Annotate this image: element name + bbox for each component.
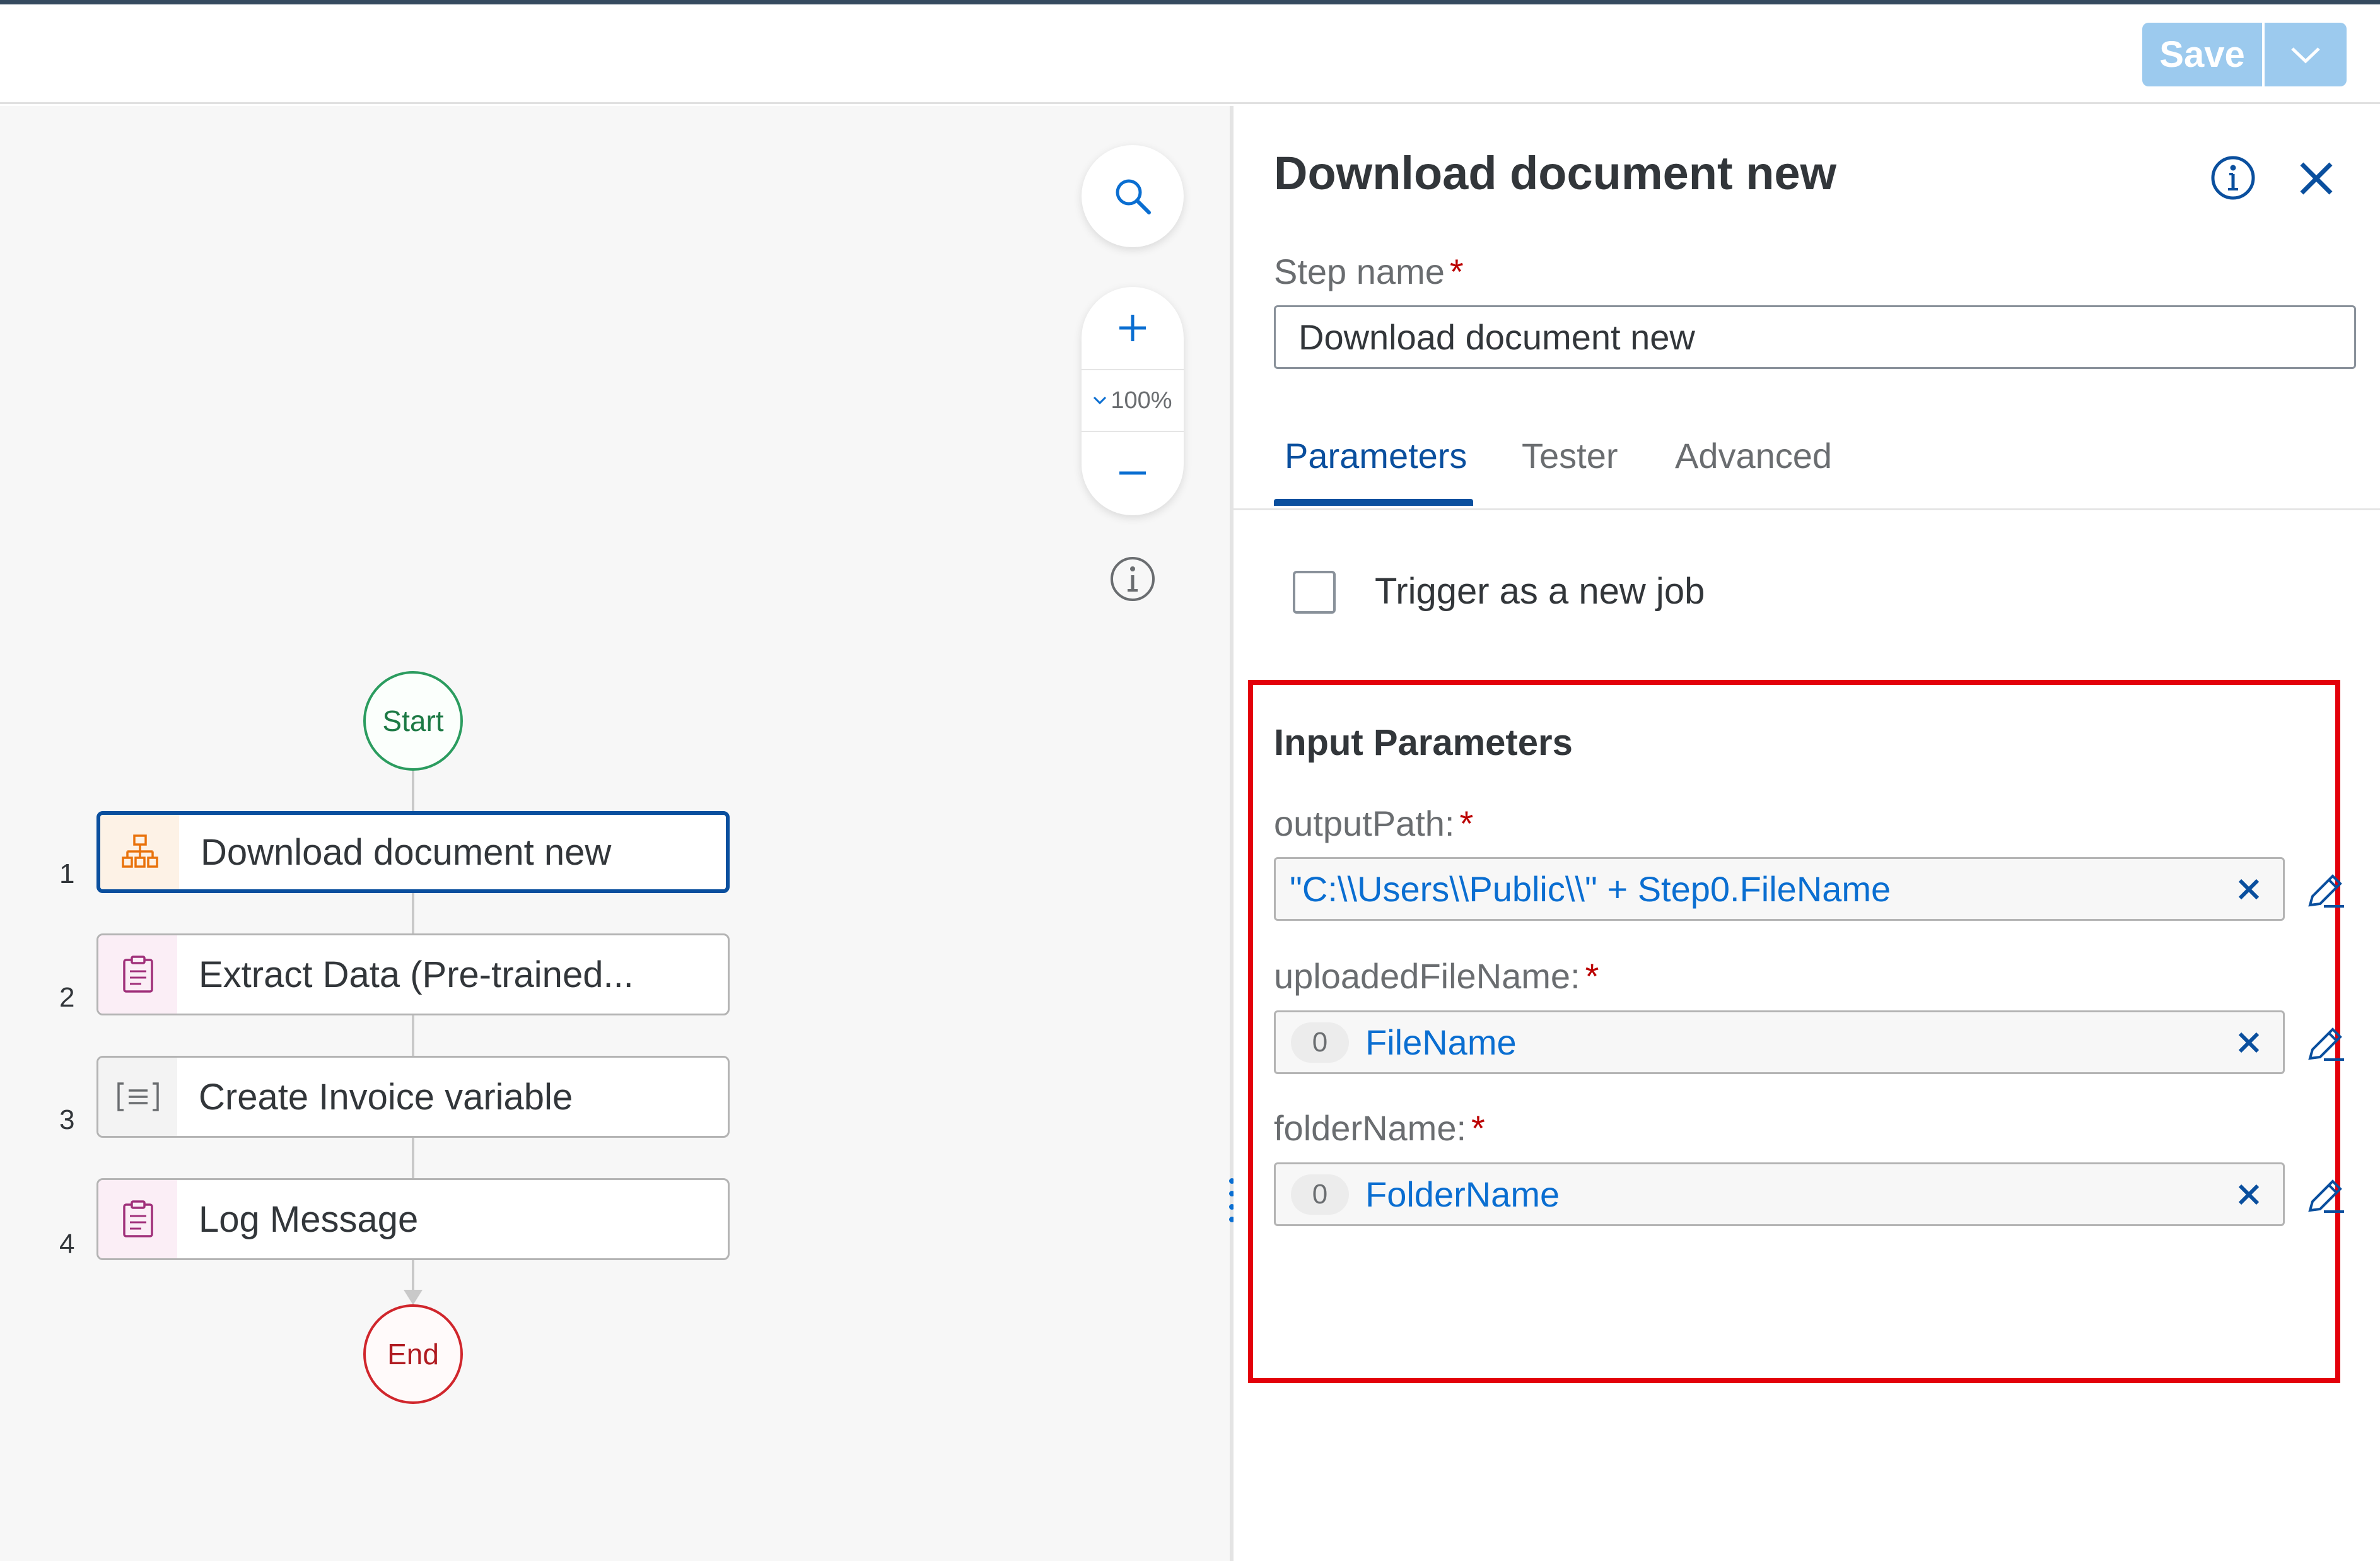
step-label: Create Invoice variable [199,1076,573,1118]
step-icon-container [98,935,177,1014]
output-path-input[interactable]: "C:\\Users\\Public\\" + Step0.FileName [1274,857,2285,921]
variable-icon [117,1082,159,1111]
folder-name-value: FolderName [1365,1174,1560,1214]
clear-uploaded-file-name-button[interactable] [2234,1027,2264,1058]
close-icon [2238,879,2260,900]
start-node[interactable]: Start [363,671,463,771]
required-marker: * [1449,252,1464,291]
panel-info-button[interactable] [2210,155,2256,201]
save-button-group: Save [2142,23,2347,86]
panel-close-button[interactable] [2295,158,2337,199]
zoom-controls: 100% [1082,287,1184,515]
step-icon-container [98,1180,177,1258]
active-tab-indicator [1274,499,1473,506]
zoom-level-value: 100% [1111,387,1172,414]
data-type-badge: 0 [1291,1022,1349,1063]
step-icon-container [98,1058,177,1136]
tab-divider [1234,508,2380,510]
connector-line [412,1260,414,1292]
data-type-badge: 0 [1291,1174,1349,1215]
zoom-level-select[interactable]: 100% [1082,369,1184,432]
step-number: 2 [59,982,75,1013]
plus-icon [1119,315,1146,341]
tab-tester[interactable]: Tester [1522,435,1618,476]
connector-line [412,893,414,933]
toolbar: Save [0,4,2380,104]
clear-folder-name-button[interactable] [2234,1179,2264,1210]
uploaded-file-name-label: uploadedFileName: * [1274,956,1599,996]
output-path-label: outputPath: * [1274,804,1474,843]
output-path-edit-button[interactable] [2305,870,2348,913]
info-icon [2211,156,2255,200]
edit-pen-icon [2308,874,2344,908]
output-path-value: "C:\\Users\\Public\\" + Step0.FileName [1290,869,1891,909]
info-icon [1111,557,1155,601]
step-number: 4 [59,1229,75,1260]
connector-arrow [404,1290,423,1305]
connector-line [412,1138,414,1178]
clipboard-icon [122,956,153,993]
edit-pen-icon [2308,1179,2344,1213]
trigger-new-job-label[interactable]: Trigger as a new job [1375,570,1705,612]
chevron-down-icon [2291,47,2320,63]
step-label: Download document new [201,831,612,873]
trigger-new-job-checkbox[interactable] [1293,571,1336,614]
clear-output-path-button[interactable] [2234,874,2264,904]
step-icon-container [100,815,179,889]
required-marker: * [1471,1108,1485,1148]
folder-name-input[interactable]: 0 FolderName [1274,1162,2285,1226]
zoom-in-button[interactable] [1082,287,1184,369]
connector-line [412,1015,414,1056]
step-number: 1 [59,858,75,889]
step-name-input[interactable] [1274,305,2356,369]
zoom-out-button[interactable] [1082,432,1184,514]
chevron-down-icon [1094,396,1107,405]
input-parameters-title: Input Parameters [1274,722,1573,763]
canvas-info-button[interactable] [1109,555,1157,603]
step-label: Extract Data (Pre-trained... [199,954,634,995]
folder-name-edit-button[interactable] [2305,1175,2348,1218]
uploaded-file-name-value: FileName [1365,1022,1517,1062]
connector-line [412,771,414,811]
step-card-download-document[interactable]: Download document new [96,811,730,893]
step-number: 3 [59,1104,75,1135]
required-marker: * [1585,956,1599,996]
required-marker: * [1459,804,1474,843]
step-card-log-message[interactable]: Log Message [96,1178,730,1260]
minus-icon [1119,471,1146,475]
save-button[interactable]: Save [2142,23,2265,86]
end-node[interactable]: End [363,1304,463,1404]
folder-name-label: folderName: * [1274,1108,1485,1148]
close-icon [2238,1184,2260,1205]
search-icon [1116,179,1151,214]
step-card-extract-data[interactable]: Extract Data (Pre-trained... [96,933,730,1015]
clipboard-icon [122,1200,153,1237]
close-icon [2300,162,2333,195]
process-icon [121,834,158,868]
panel-title: Download document new [1274,147,1837,199]
step-card-create-invoice-variable[interactable]: Create Invoice variable [96,1056,730,1138]
edit-pen-icon [2308,1027,2344,1061]
top-accent-line [0,0,2380,4]
tab-parameters[interactable]: Parameters [1285,435,1467,476]
tab-advanced[interactable]: Advanced [1675,435,1832,476]
step-label: Log Message [199,1198,419,1240]
close-icon [2238,1032,2260,1053]
save-options-button[interactable] [2265,23,2347,86]
uploaded-file-name-edit-button[interactable] [2305,1023,2348,1066]
canvas-search-button[interactable] [1082,145,1184,247]
step-name-label: Step name * [1274,252,1464,291]
uploaded-file-name-input[interactable]: 0 FileName [1274,1010,2285,1074]
